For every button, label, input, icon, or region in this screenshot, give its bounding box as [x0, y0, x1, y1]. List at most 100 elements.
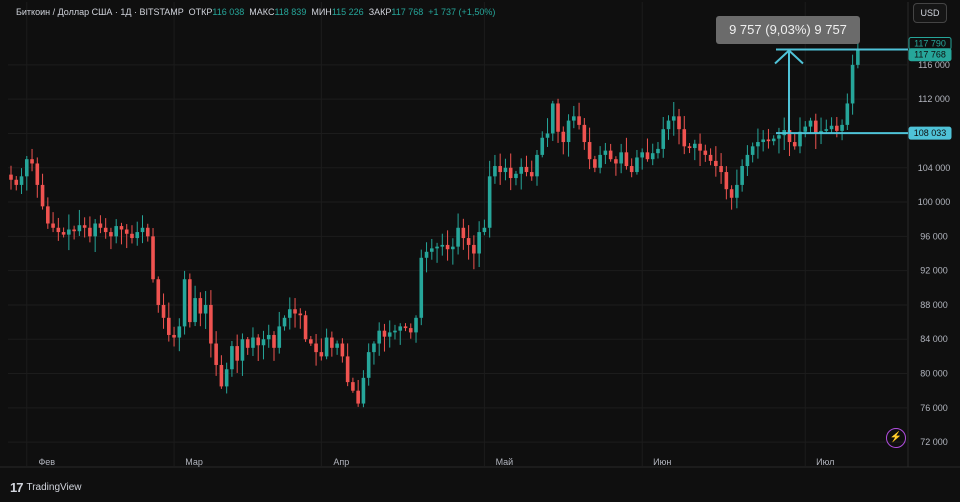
candle-body	[682, 129, 687, 147]
price-axis[interactable]: 72 000 76 000 80 000 84 000 88 000 92 000 96 0…	[908, 37, 952, 448]
open-label: ОТКР	[188, 7, 213, 17]
candle-body	[493, 166, 497, 177]
candle-body	[445, 244, 450, 250]
candle-body	[708, 154, 713, 161]
candle-body	[771, 138, 776, 142]
candle-body	[650, 153, 655, 160]
candle-body	[587, 142, 592, 160]
high-value: 118 839	[274, 7, 307, 17]
candle-body	[35, 163, 40, 185]
candle-body	[366, 352, 371, 378]
candle-body	[145, 227, 150, 237]
lightning-icon[interactable]: ⚡	[886, 428, 906, 448]
tradingview-logo-icon: 17	[10, 480, 24, 495]
candle-body	[635, 157, 639, 173]
candle-body	[151, 236, 155, 280]
candle-body	[440, 244, 445, 247]
candle-body	[51, 223, 55, 228]
candle-body	[614, 159, 618, 164]
measure-tool[interactable]	[774, 48, 908, 135]
candle-body	[629, 166, 634, 173]
candle-body	[387, 332, 392, 337]
candle-body	[666, 120, 671, 130]
candle-body	[182, 279, 187, 327]
candle-body	[640, 152, 644, 158]
currency-button[interactable]: USD	[913, 3, 947, 23]
price-tick-label: 112 000	[918, 94, 950, 104]
candle-body	[645, 152, 650, 160]
candle-body	[545, 133, 550, 138]
candle-body	[361, 377, 366, 404]
change-value: +1 737 (+1,50%)	[428, 7, 496, 17]
candle-body	[356, 390, 360, 404]
candle-body	[398, 326, 403, 331]
candle-body	[487, 176, 492, 228]
candle-body	[582, 124, 587, 143]
candle-body	[193, 298, 197, 323]
candle-body	[508, 167, 513, 179]
price-chart[interactable]: 72 000 76 000 80 000 84 000 88 000 92 000 96 0…	[0, 0, 960, 502]
candle-body	[56, 227, 61, 233]
candle-body	[340, 343, 345, 357]
candle-body	[30, 159, 34, 164]
price-tick-label: 116 000	[918, 60, 950, 70]
candle-body	[408, 328, 413, 333]
candle-body	[519, 166, 524, 174]
candle-body	[203, 304, 208, 314]
tradingview-label: TradingView	[26, 482, 82, 493]
candle-body	[261, 339, 266, 346]
candle-body	[777, 135, 781, 139]
candle-body	[9, 174, 13, 180]
tradingview-branding[interactable]: 17 TradingView	[10, 480, 82, 495]
candle-body	[698, 143, 702, 151]
candle-body	[482, 227, 487, 233]
candle-body	[130, 233, 134, 239]
candle-body	[382, 330, 387, 337]
candle-body	[67, 229, 71, 235]
candle-body	[566, 120, 571, 143]
candle-body	[608, 150, 613, 160]
candle-body	[82, 225, 87, 228]
time-axis[interactable]: Фев Мар Апр Май Июн Июл	[38, 457, 834, 467]
candle-body	[524, 166, 529, 173]
candle-body	[272, 334, 276, 348]
candle-body	[161, 304, 166, 318]
month-tick-label: Июн	[653, 457, 671, 467]
candle-body	[256, 337, 261, 346]
candle-body	[266, 334, 271, 340]
candle-body	[550, 103, 555, 134]
candle-body	[124, 229, 129, 234]
candle-body	[314, 343, 318, 353]
month-tick-label: Май	[496, 457, 514, 467]
candle-body	[109, 232, 113, 237]
candle-body	[224, 369, 229, 387]
candle-body	[319, 352, 324, 357]
candle-body	[598, 154, 602, 168]
candle-body	[282, 317, 287, 327]
candle-body	[535, 154, 539, 177]
candle-body	[477, 232, 481, 254]
candle-body	[572, 116, 576, 121]
candle-body	[756, 142, 760, 147]
candle-body	[714, 160, 718, 167]
candle-body	[198, 298, 203, 314]
candle-body	[671, 116, 676, 121]
candle-body	[766, 139, 771, 142]
candle-body	[156, 279, 161, 305]
low-value: 115 226	[331, 7, 364, 17]
candle-body	[40, 184, 45, 207]
candle-body	[119, 226, 124, 230]
candle-body	[461, 227, 466, 239]
candle-body	[240, 339, 245, 361]
candle-body	[377, 330, 381, 344]
candle-body	[98, 223, 103, 228]
candle-body	[167, 317, 171, 335]
candle-body	[850, 64, 855, 104]
candle-body	[724, 172, 729, 190]
candle-body	[303, 315, 308, 340]
candle-body	[792, 142, 797, 147]
candle-body	[46, 206, 50, 224]
close-value: 117 768	[391, 7, 424, 17]
candle-body	[293, 309, 297, 314]
symbol-legend: Биткоин / Доллар США · 1Д · BITSTAMP ОТК…	[16, 7, 495, 17]
